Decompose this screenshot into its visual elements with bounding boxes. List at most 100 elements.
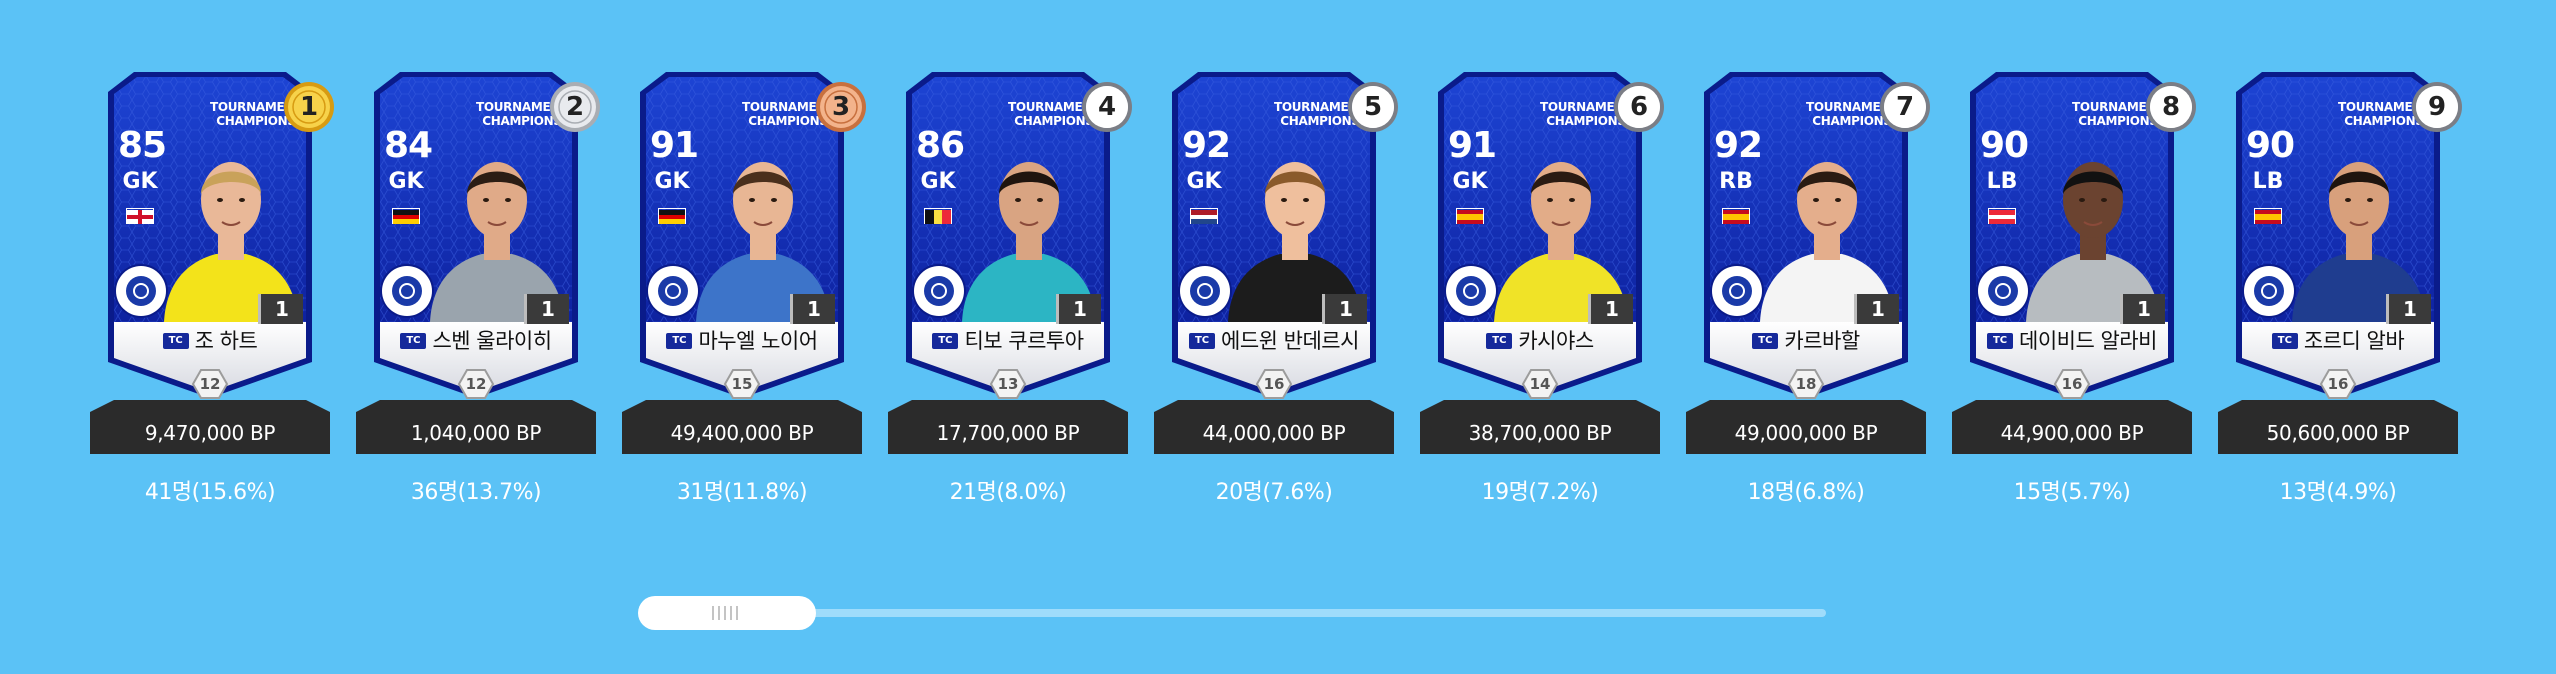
- season-badge: TC: [666, 333, 693, 349]
- player-slot[interactable]: TOURNAMENT CHAMPIONS 90 LB 1 TC 데이비드 알라비 16 8 44,…: [1952, 70, 2196, 506]
- scrollbar-thumb[interactable]: [638, 596, 816, 630]
- usage-stat: 13명(4.9%): [2279, 480, 2397, 505]
- enhancement-grade: 1: [1854, 294, 1899, 324]
- nation-flag-icon: [1190, 208, 1218, 224]
- player-rating: 85: [118, 125, 167, 166]
- card-list: TOURNAMENT CHAMPIONS 85 GK 1 TC 조 하트 12 1 9,470,0…: [0, 0, 2556, 560]
- price-bar: 44,000,000 BP: [1154, 400, 1394, 454]
- usage-stat: 15명(5.7%): [2013, 480, 2131, 505]
- salary-value: 12: [465, 375, 487, 393]
- rank-plain-medal-icon: 7: [1878, 80, 1932, 134]
- season-badge: TC: [932, 333, 959, 349]
- salary-badge: 15: [723, 368, 761, 400]
- usage-stat: 31명(11.8%): [676, 480, 808, 505]
- player-card[interactable]: TOURNAMENT CHAMPIONS 86 GK 1 TC 티보 쿠르투아 13 4: [902, 70, 1132, 400]
- salary-badge: 16: [2053, 368, 2091, 400]
- player-rating: 92: [1182, 125, 1231, 166]
- club-emblem: [2254, 276, 2284, 306]
- club-crest-icon: [1446, 266, 1496, 316]
- player-card[interactable]: TOURNAMENT CHAMPIONS 91 GK 1 TC 마누엘 노이어 15 3: [636, 70, 866, 400]
- salary-value: 16: [2327, 375, 2349, 393]
- price-value: 49,400,000 BP: [670, 421, 814, 445]
- player-slot[interactable]: TOURNAMENT CHAMPIONS 92 RB 1 TC 카르바할 18 7 49,000,…: [1686, 70, 1930, 506]
- rank-plain-medal-icon: 8: [2144, 80, 2198, 134]
- player-card[interactable]: TOURNAMENT CHAMPIONS 84 GK 1 TC 스벤 울라이히 12 2: [370, 70, 600, 400]
- player-position: GK: [1186, 169, 1222, 194]
- club-emblem: [1456, 276, 1486, 306]
- club-emblem: [924, 276, 954, 306]
- price-bar: 50,600,000 BP: [2218, 400, 2458, 454]
- player-slot[interactable]: TOURNAMENT CHAMPIONS 92 GK 1 TC 에드윈 반데르시 16 5 44,…: [1154, 70, 1398, 506]
- salary-badge: 13: [989, 368, 1027, 400]
- enhancement-grade: 1: [790, 294, 835, 324]
- salary-value: 12: [199, 375, 221, 393]
- player-rating: 90: [2246, 125, 2295, 166]
- player-card[interactable]: TOURNAMENT CHAMPIONS 91 GK 1 TC 카시야스 14 6: [1434, 70, 1664, 400]
- price-bar: 44,900,000 BP: [1952, 400, 2192, 454]
- player-slot[interactable]: TOURNAMENT CHAMPIONS 84 GK 1 TC 스벤 울라이히 12 2 1,04…: [356, 70, 600, 506]
- club-crest-icon: [648, 266, 698, 316]
- player-name-row: TC 카시야스: [1434, 328, 1646, 354]
- price-value: 44,000,000 BP: [1202, 421, 1346, 445]
- scrollbar-track[interactable]: [640, 609, 1826, 617]
- price-value: 1,040,000 BP: [410, 421, 542, 445]
- nation-flag-icon: [1988, 208, 2016, 224]
- season-badge: TC: [162, 333, 189, 349]
- enhancement-grade: 1: [2120, 294, 2165, 324]
- rank-number: 4: [1097, 92, 1117, 122]
- season-badge: TC: [1189, 333, 1216, 349]
- rank-plain-medal-icon: 5: [1346, 80, 1400, 134]
- player-rating: 86: [916, 125, 965, 166]
- usage-stat: 41명(15.6%): [144, 480, 276, 505]
- usage-stat: 18명(6.8%): [1747, 480, 1865, 505]
- season-badge: TC: [2271, 333, 2298, 349]
- player-card[interactable]: TOURNAMENT CHAMPIONS 92 GK 1 TC 에드윈 반데르시 16 5: [1168, 70, 1398, 400]
- price-bar: 9,470,000 BP: [90, 400, 330, 454]
- player-name: 에드윈 반데르시: [1221, 329, 1359, 353]
- rank-plain-medal-icon: 4: [1080, 80, 1134, 134]
- player-position: GK: [388, 169, 424, 194]
- player-position: GK: [122, 169, 158, 194]
- enhancement-grade: 1: [1322, 294, 1367, 324]
- salary-value: 16: [1263, 375, 1285, 393]
- player-rating: 92: [1714, 125, 1763, 166]
- player-slot[interactable]: TOURNAMENT CHAMPIONS 86 GK 1 TC 티보 쿠르투아 13 4 17,7…: [888, 70, 1132, 506]
- player-name: 스벤 울라이히: [432, 329, 552, 353]
- player-rating: 91: [1448, 125, 1497, 166]
- rank-number: 1: [299, 92, 319, 122]
- nation-flag-icon: [2254, 208, 2282, 224]
- player-slot[interactable]: TOURNAMENT CHAMPIONS 90 LB 1 TC 조르디 알바 16 9 50,60…: [2218, 70, 2462, 506]
- rank-bronze-medal-icon: 3: [814, 80, 868, 134]
- player-slot[interactable]: TOURNAMENT CHAMPIONS 85 GK 1 TC 조 하트 12 1 9,470,0…: [90, 70, 334, 506]
- club-emblem: [1722, 276, 1752, 306]
- player-slot[interactable]: TOURNAMENT CHAMPIONS 91 GK 1 TC 카시야스 14 6 38,700,…: [1420, 70, 1664, 506]
- premier-league-club-icon: [116, 266, 166, 316]
- player-slot[interactable]: TOURNAMENT CHAMPIONS 91 GK 1 TC 마누엘 노이어 15 3 49,4…: [622, 70, 866, 506]
- player-rating: 91: [650, 125, 699, 166]
- price-value: 49,000,000 BP: [1734, 421, 1878, 445]
- club-emblem: [126, 276, 156, 306]
- club-crest-icon: [382, 266, 432, 316]
- usage-stat: 36명(13.7%): [410, 480, 542, 505]
- rank-number: 2: [565, 92, 585, 122]
- player-card[interactable]: TOURNAMENT CHAMPIONS 90 LB 1 TC 데이비드 알라비 16 8: [1966, 70, 2196, 400]
- price-value: 17,700,000 BP: [936, 421, 1080, 445]
- price-bar: 49,400,000 BP: [622, 400, 862, 454]
- player-position: GK: [920, 169, 956, 194]
- player-card[interactable]: TOURNAMENT CHAMPIONS 92 RB 1 TC 카르바할 18 7: [1700, 70, 1930, 400]
- season-badge: TC: [400, 333, 427, 349]
- rank-silver-medal-icon: 2: [548, 80, 602, 134]
- nation-flag-icon: [924, 208, 952, 224]
- player-name-row: TC 데이비드 알라비: [1966, 328, 2178, 354]
- player-name: 조르디 알바: [2303, 329, 2405, 353]
- salary-badge: 14: [1521, 368, 1559, 400]
- salary-value: 15: [731, 375, 753, 393]
- price-value: 50,600,000 BP: [2266, 421, 2410, 445]
- club-emblem: [1190, 276, 1220, 306]
- player-card[interactable]: TOURNAMENT CHAMPIONS 90 LB 1 TC 조르디 알바 16 9: [2232, 70, 2462, 400]
- player-card[interactable]: TOURNAMENT CHAMPIONS 85 GK 1 TC 조 하트 12 1: [104, 70, 334, 400]
- salary-value: 13: [997, 375, 1019, 393]
- salary-value: 14: [1529, 375, 1551, 393]
- player-name: 티보 쿠르투아: [964, 329, 1084, 353]
- rank-number: 7: [1895, 92, 1915, 122]
